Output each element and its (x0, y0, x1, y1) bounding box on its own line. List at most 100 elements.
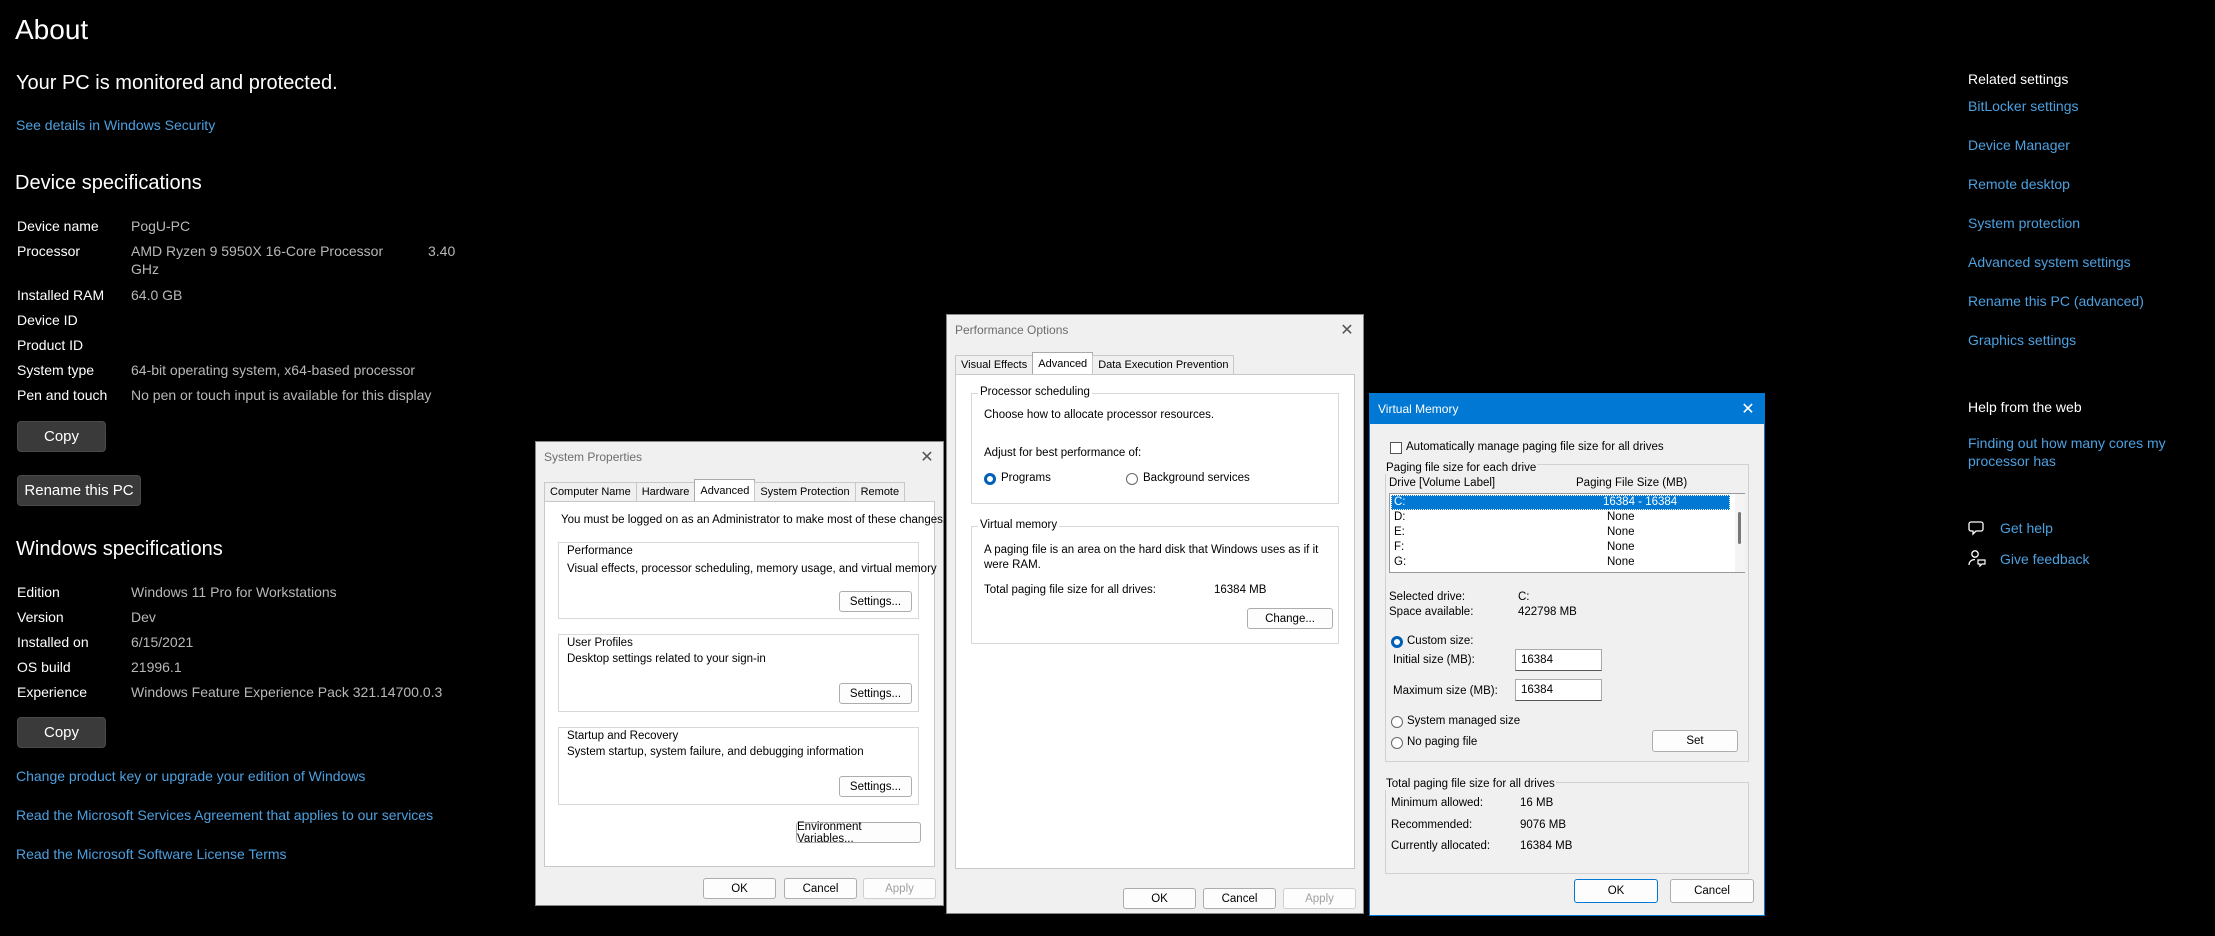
recommended-value: 9076 MB (1520, 819, 1567, 831)
cancel-button[interactable]: Cancel (1670, 879, 1754, 903)
auto-manage-checkbox[interactable] (1390, 442, 1402, 454)
apply-button[interactable]: Apply (1283, 888, 1356, 909)
virtual-memory-title: Virtual memory (978, 519, 1060, 531)
license-terms-link[interactable]: Read the Microsoft Software License Term… (16, 846, 287, 862)
user-profiles-settings-button[interactable]: Settings... (839, 683, 912, 704)
spec-value: Dev (131, 609, 156, 625)
programs-label[interactable]: Programs (1001, 472, 1051, 484)
virtual-memory-dialog: Virtual Memory ✕ Automatically manage pa… (1369, 393, 1765, 916)
tab-advanced[interactable]: Advanced (694, 479, 756, 501)
list-item[interactable]: E: None (1391, 526, 1730, 541)
ok-button[interactable]: OK (703, 878, 776, 899)
minimum-allowed-value: 16 MB (1520, 797, 1554, 809)
related-system-protection-link[interactable]: System protection (1968, 215, 2080, 231)
product-key-link[interactable]: Change product key or upgrade your editi… (16, 768, 365, 784)
get-help-link[interactable]: Get help (2000, 520, 2053, 536)
spec-label: Device name (17, 218, 99, 234)
tab-remote[interactable]: Remote (854, 482, 906, 501)
spec-value: PogU-PC (131, 218, 191, 234)
space-available-value: 422798 MB (1518, 606, 1577, 618)
startup-title: Startup and Recovery (567, 730, 679, 742)
tab-data-execution-prevention[interactable]: Data Execution Prevention (1092, 355, 1235, 374)
spec-label: Installed on (17, 634, 89, 650)
related-remote-desktop-link[interactable]: Remote desktop (1968, 176, 2070, 192)
close-icon[interactable]: ✕ (1337, 320, 1357, 340)
system-properties-dialog: System Properties ✕ Computer Name Hardwa… (535, 441, 946, 906)
tab-visual-effects[interactable]: Visual Effects (955, 355, 1034, 374)
cancel-button[interactable]: Cancel (1203, 888, 1276, 909)
auto-manage-label[interactable]: Automatically manage paging file size fo… (1406, 441, 1664, 453)
close-icon[interactable]: ✕ (917, 447, 937, 467)
no-paging-file-radio[interactable] (1391, 737, 1403, 749)
drive-letter: C: (1394, 496, 1406, 508)
give-feedback-link[interactable]: Give feedback (2000, 551, 2090, 567)
copy-windows-specs-button[interactable]: Copy (17, 717, 106, 748)
custom-size-radio[interactable] (1391, 636, 1403, 648)
minimum-allowed-label: Minimum allowed: (1391, 797, 1484, 809)
maximum-size-input[interactable]: 16384 (1515, 679, 1602, 701)
drive-list-scrollbar[interactable] (1735, 494, 1745, 572)
performance-settings-button[interactable]: Settings... (839, 591, 912, 612)
copy-device-specs-button[interactable]: Copy (17, 421, 106, 452)
rename-pc-button[interactable]: Rename this PC (17, 475, 141, 506)
system-managed-label[interactable]: System managed size (1407, 715, 1520, 727)
list-item[interactable]: F: None (1391, 541, 1730, 556)
virtual-memory-desc: A paging file is an area on the hard dis… (984, 544, 1319, 571)
list-item[interactable]: G: None (1391, 556, 1730, 571)
security-link[interactable]: See details in Windows Security (16, 117, 215, 133)
list-item[interactable]: C: 16384 - 16384 (1391, 495, 1730, 510)
related-device-manager-link[interactable]: Device Manager (1968, 137, 2070, 153)
drive-size: None (1607, 526, 1635, 538)
total-paging-title: Total paging file size for all drives (1385, 778, 1556, 790)
dialog-titlebar: Performance Options (947, 315, 1363, 345)
currently-allocated-value: 16384 MB (1520, 840, 1573, 852)
virtual-memory-group: Virtual memory A paging file is an area … (971, 519, 1339, 644)
system-managed-radio[interactable] (1391, 716, 1403, 728)
list-item[interactable]: D: None (1391, 511, 1730, 526)
scrollbar-thumb[interactable] (1738, 512, 1741, 544)
initial-size-input[interactable]: 16384 (1515, 649, 1602, 671)
spec-label: Processor (17, 243, 81, 259)
related-graphics-link[interactable]: Graphics settings (1968, 332, 2076, 348)
dialog-title: System Properties (544, 450, 643, 464)
programs-radio[interactable] (984, 473, 996, 485)
total-paging-value: 16384 MB (1214, 584, 1267, 596)
ok-button[interactable]: OK (1123, 888, 1196, 909)
drive-list: C: 16384 - 16384 D: None E: None F: None… (1389, 493, 1745, 573)
tab-hardware[interactable]: Hardware (635, 482, 696, 501)
close-icon[interactable]: ✕ (1738, 399, 1758, 419)
help-cores-link[interactable]: Finding out how many cores my processor … (1968, 434, 2178, 470)
related-advanced-settings-link[interactable]: Advanced system settings (1968, 254, 2131, 270)
set-button[interactable]: Set (1652, 730, 1738, 752)
tab-system-protection[interactable]: System Protection (754, 482, 856, 501)
custom-size-label[interactable]: Custom size: (1407, 635, 1473, 647)
background-services-radio[interactable] (1126, 473, 1138, 485)
dialog-title: Virtual Memory (1378, 402, 1459, 416)
spec-label: Experience (17, 684, 88, 700)
spec-value: 64.0 GB (131, 287, 183, 303)
related-bitlocker-link[interactable]: BitLocker settings (1968, 98, 2079, 114)
drive-letter: G: (1394, 556, 1407, 568)
startup-settings-button[interactable]: Settings... (839, 776, 912, 797)
tab-advanced[interactable]: Advanced (1032, 352, 1094, 374)
ok-button[interactable]: OK (1574, 879, 1658, 903)
total-paging-label: Total paging file size for all drives: (984, 584, 1156, 596)
advanced-tab-panel: You must be logged on as an Administrato… (544, 501, 946, 867)
services-agreement-link[interactable]: Read the Microsoft Services Agreement th… (16, 807, 433, 823)
background-services-label[interactable]: Background services (1143, 472, 1250, 484)
selected-drive-value: C: (1518, 591, 1530, 603)
drive-size: None (1607, 511, 1635, 523)
cancel-button[interactable]: Cancel (784, 878, 857, 899)
admin-note: You must be logged on as an Administrato… (561, 514, 947, 526)
apply-button[interactable]: Apply (863, 878, 936, 899)
change-button[interactable]: Change... (1247, 608, 1333, 629)
user-profiles-desc: Desktop settings related to your sign-in (567, 653, 766, 665)
spec-label: Pen and touch (17, 387, 108, 403)
drive-size: 16384 - 16384 (1603, 496, 1678, 508)
related-rename-advanced-link[interactable]: Rename this PC (advanced) (1968, 293, 2144, 309)
dialog-titlebar: System Properties (536, 442, 943, 472)
tab-computer-name[interactable]: Computer Name (544, 482, 637, 501)
no-paging-file-label[interactable]: No paging file (1407, 736, 1477, 748)
recommended-label: Recommended: (1391, 819, 1473, 831)
environment-variables-button[interactable]: Environment Variables... (796, 821, 921, 845)
